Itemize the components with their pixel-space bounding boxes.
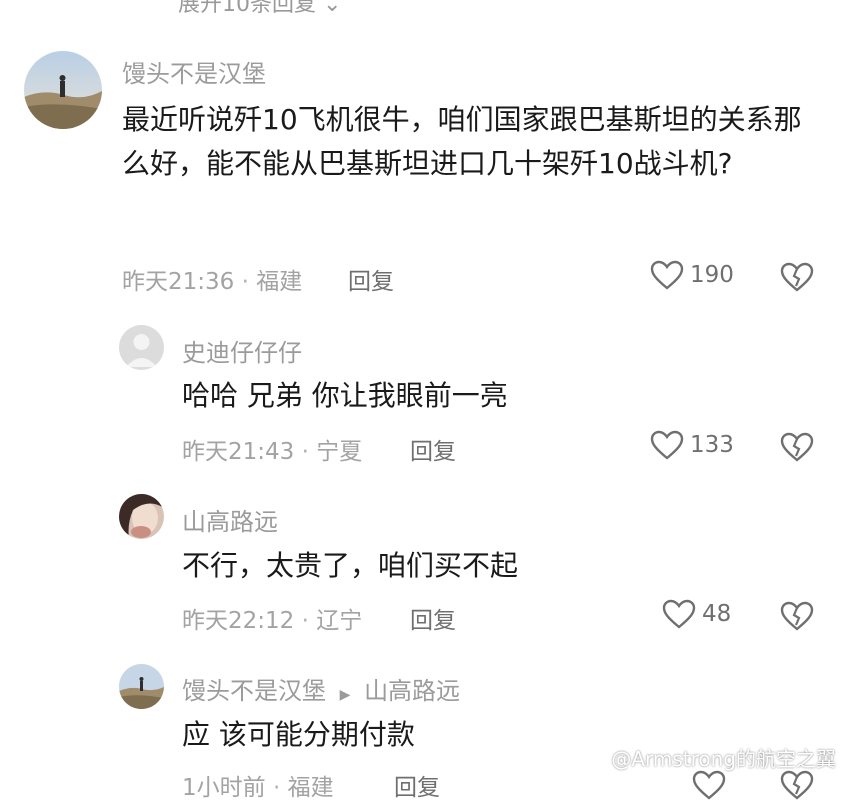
dislike-button[interactable] [780, 601, 814, 631]
heart-icon [650, 430, 684, 460]
watermark-text: @Armstrong的航空之翼 [611, 747, 836, 771]
reply-button[interactable]: 回复 [410, 601, 456, 635]
comment-text: 不行，太贵了，咱们买不起 [182, 549, 519, 582]
chevron-down-icon: ⌄ [323, 0, 342, 17]
like-button[interactable]: 48 [662, 599, 731, 629]
comment-meta: 昨天21:43 · 宁夏 [182, 432, 362, 466]
watermark: @Armstrong的航空之翼 [577, 743, 836, 772]
like-count: 133 [690, 432, 734, 458]
username[interactable]: 史迪仔仔仔 [182, 333, 302, 368]
reply-button[interactable]: 回复 [348, 262, 394, 296]
comment-meta: 昨天22:12 · 辽宁 [182, 601, 362, 635]
broken-heart-icon [780, 770, 814, 800]
comment-location: 辽宁 [316, 608, 363, 634]
username[interactable]: 馒头不是汉堡 [122, 54, 266, 89]
avatar[interactable] [119, 494, 164, 539]
avatar[interactable] [119, 664, 164, 709]
comment-time: 昨天21:43 [182, 439, 295, 465]
comment-time: 1小时前 [182, 775, 266, 801]
reply-to-username[interactable]: 山高路远 [364, 677, 460, 705]
comment-meta: 1小时前 · 福建 [182, 768, 334, 802]
like-count: 190 [690, 262, 734, 288]
play-right-icon: ▶ [339, 687, 351, 703]
dislike-button[interactable] [780, 770, 814, 800]
username[interactable]: 馒头不是汉堡 [182, 677, 326, 705]
like-count: 48 [702, 601, 732, 627]
comment-meta: 昨天21:36 · 福建 [122, 262, 302, 296]
broken-heart-icon [780, 262, 814, 292]
comment-time: 昨天21:36 [122, 269, 235, 295]
reply-header: 馒头不是汉堡 ▶ 山高路远 [182, 671, 460, 706]
heart-icon [692, 770, 726, 800]
comment-location: 宁夏 [316, 439, 363, 465]
comment-time: 昨天22:12 [182, 608, 295, 634]
meta-separator: · [301, 608, 309, 634]
dislike-button[interactable] [780, 262, 814, 292]
like-button[interactable]: 190 [650, 260, 734, 290]
broken-heart-icon [780, 432, 814, 462]
meta-separator: · [241, 269, 249, 295]
expand-replies-link[interactable]: 展开10条回复 ⌄ [178, 0, 341, 18]
meta-separator: · [272, 775, 281, 801]
comment-location: 福建 [256, 269, 303, 295]
heart-icon [662, 599, 696, 629]
comment-text: 最近听说歼10飞机很牛，咱们国家跟巴基斯坦的关系那么好，能不能从巴基斯坦进口几十… [122, 103, 802, 180]
like-button[interactable] [692, 770, 726, 800]
expand-replies-label: 展开10条回复 [178, 0, 316, 17]
broken-heart-icon [780, 601, 814, 631]
avatar[interactable] [119, 325, 164, 370]
comment-text: 哈哈 兄弟 你让我眼前一亮 [182, 379, 508, 412]
weibo-logo-icon [577, 743, 607, 772]
reply-button[interactable]: 回复 [410, 432, 456, 466]
reply-button[interactable]: 回复 [394, 768, 440, 802]
avatar[interactable] [24, 51, 102, 129]
comment-location: 福建 [287, 775, 334, 801]
heart-icon [650, 260, 684, 290]
meta-separator: · [301, 439, 309, 465]
username[interactable]: 山高路远 [182, 502, 278, 537]
like-button[interactable]: 133 [650, 430, 734, 460]
dislike-button[interactable] [780, 432, 814, 462]
